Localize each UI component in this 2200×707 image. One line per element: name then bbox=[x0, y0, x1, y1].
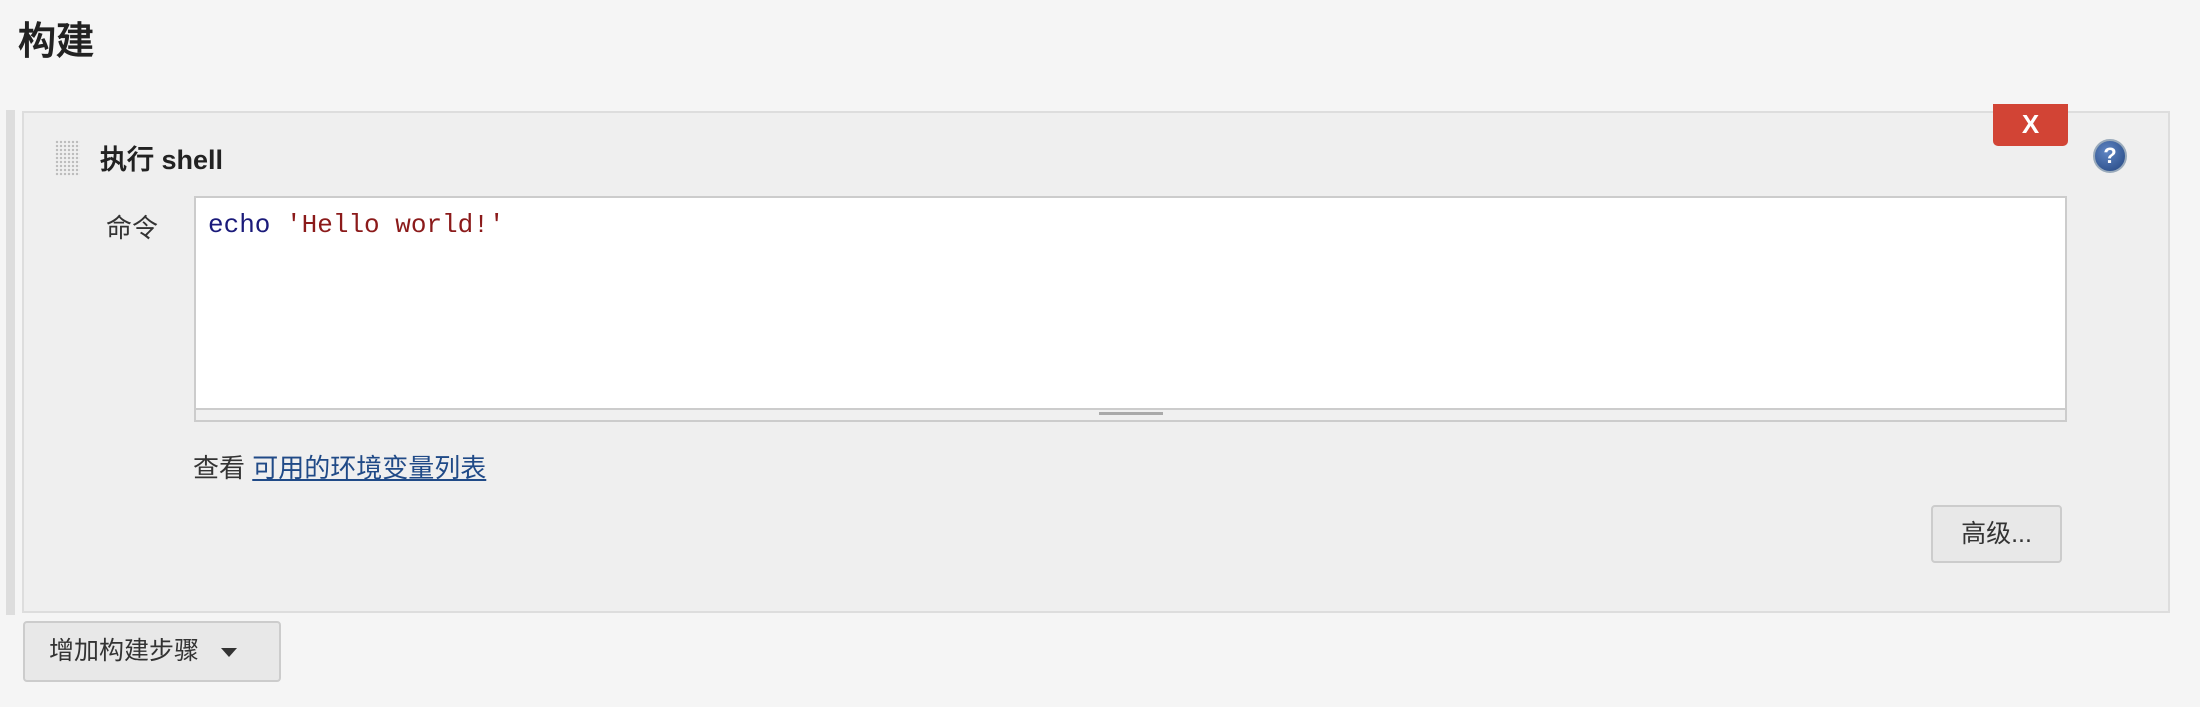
advanced-button[interactable]: 高级... bbox=[1931, 505, 2062, 563]
env-prefix: 查看 bbox=[193, 453, 246, 483]
delete-step-button[interactable]: X bbox=[1993, 104, 2068, 146]
env-vars-link[interactable]: 可用的环境变量列表 bbox=[252, 453, 486, 483]
command-code[interactable]: echo 'Hello world!' bbox=[208, 210, 504, 240]
chevron-down-icon bbox=[221, 647, 238, 657]
code-keyword: echo bbox=[208, 210, 271, 240]
add-build-step-button[interactable]: 增加构建步骤 bbox=[23, 621, 281, 682]
step-title: 执行 shell bbox=[100, 145, 224, 175]
command-label: 命令 bbox=[106, 213, 159, 243]
textarea-resize-handle[interactable] bbox=[196, 408, 2065, 420]
section-title: 构建 bbox=[18, 21, 95, 63]
help-icon[interactable]: ? bbox=[2093, 139, 2127, 173]
drag-handle-icon[interactable] bbox=[55, 140, 80, 176]
resize-grip-icon bbox=[1098, 412, 1163, 415]
add-build-step-label: 增加构建步骤 bbox=[49, 637, 200, 665]
env-vars-line: 查看 可用的环境变量列表 bbox=[193, 448, 486, 485]
section-stripe bbox=[6, 110, 15, 615]
command-textarea[interactable]: echo 'Hello world!' bbox=[194, 196, 2067, 422]
code-string: 'Hello world!' bbox=[286, 210, 505, 240]
